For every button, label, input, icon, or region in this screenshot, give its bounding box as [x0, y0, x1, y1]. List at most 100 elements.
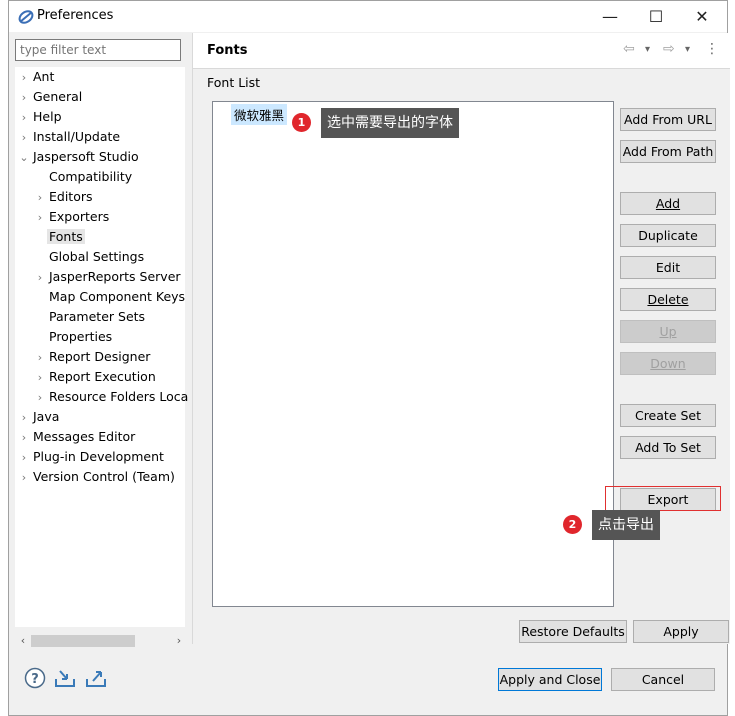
sidebar-item-label: Plug-in Development — [33, 449, 164, 464]
sidebar-item[interactable]: ⌄ Jaspersoft Studio — [17, 147, 141, 167]
annotation-callout-2: 点击导出 — [592, 510, 660, 540]
font-list-label: Font List — [207, 75, 261, 90]
sidebar-item[interactable]: › Editors — [33, 187, 95, 207]
annotation-badge-1: 1 — [292, 113, 311, 132]
sidebar-item-label: Compatibility — [49, 169, 133, 184]
chevron-right-icon[interactable]: › — [17, 68, 31, 88]
sidebar-item-label: Fonts — [47, 229, 85, 244]
sidebar-item[interactable]: › Exporters — [33, 207, 111, 227]
sidebar-item[interactable]: Fonts — [33, 227, 85, 247]
sidebar-item-label: Properties — [49, 329, 113, 344]
chevron-right-icon[interactable]: › — [33, 188, 47, 208]
chevron-right-icon[interactable]: › — [33, 368, 47, 388]
sidebar-item-label: Parameter Sets — [49, 309, 146, 324]
scrollbar-thumb[interactable] — [31, 635, 135, 647]
chevron-right-icon[interactable]: › — [17, 468, 31, 488]
sidebar-item-label: Editors — [49, 189, 93, 204]
sidebar-item[interactable]: › Ant — [17, 67, 56, 87]
chevron-right-icon[interactable]: › — [17, 108, 31, 128]
sidebar-item-label: Java — [33, 409, 60, 424]
forward-menu-icon[interactable]: ▾ — [685, 44, 690, 55]
sidebar-item-label: Exporters — [49, 209, 110, 224]
up-button[interactable]: Up — [620, 320, 716, 343]
scroll-right-icon[interactable]: › — [171, 633, 187, 649]
annotation-badge-2: 2 — [563, 515, 582, 534]
cancel-button[interactable]: Cancel — [611, 668, 715, 691]
sidebar-item-label: Resource Folders Loca — [49, 389, 189, 404]
sidebar-item[interactable]: › General — [17, 87, 84, 107]
page-title: Fonts — [207, 43, 248, 58]
sidebar-item-label: Global Settings — [49, 249, 145, 264]
sidebar-item[interactable]: › Plug-in Development — [17, 447, 166, 467]
sidebar-item-label: Version Control (Team) — [33, 469, 175, 484]
add-button[interactable]: Add — [620, 192, 716, 215]
sidebar-item[interactable]: › Resource Folders Loca — [33, 387, 190, 407]
duplicate-button[interactable]: Duplicate — [620, 224, 716, 247]
import-icon[interactable] — [54, 667, 76, 689]
sidebar-item-label: Report Execution — [49, 369, 156, 384]
annotation-callout-1: 选中需要导出的字体 — [321, 108, 459, 138]
add-from-path-button[interactable]: Add From Path — [620, 140, 716, 163]
preference-page: Fonts ⇦ ▾ ⇨ ▾ ⋮ Font List 微软雅黑 Add From … — [192, 33, 730, 644]
font-list-item[interactable]: 微软雅黑 — [231, 104, 288, 125]
sidebar-item-label: Ant — [33, 69, 55, 84]
window-title: Preferences — [37, 8, 114, 23]
down-button[interactable]: Down — [620, 352, 716, 375]
back-arrow-icon[interactable]: ⇦ — [623, 41, 635, 57]
sidebar-item[interactable]: › Messages Editor — [17, 427, 137, 447]
preference-tree: › Ant › General › Help › Install/Update ⌄ Jaspers… — [15, 67, 188, 627]
eclipse-icon — [18, 10, 34, 24]
view-menu-icon[interactable]: ⋮ — [705, 41, 719, 57]
scroll-left-icon[interactable]: ‹ — [15, 633, 31, 649]
apply-and-close-button[interactable]: Apply and Close — [498, 668, 602, 691]
minimize-button[interactable]: — — [587, 1, 633, 32]
chevron-right-icon[interactable]: › — [17, 408, 31, 428]
title-bar[interactable]: Preferences — ☐ ✕ — [9, 1, 727, 32]
chevron-right-icon[interactable]: › — [17, 88, 31, 108]
create-set-button[interactable]: Create Set — [620, 404, 716, 427]
sidebar-item[interactable]: › Version Control (Team) — [17, 467, 177, 487]
close-button[interactable]: ✕ — [679, 1, 725, 32]
sidebar-item[interactable]: › JasperReports Server — [33, 267, 183, 287]
export-icon[interactable] — [85, 667, 107, 689]
chevron-right-icon[interactable]: › — [33, 348, 47, 368]
restore-defaults-button[interactable]: Restore Defaults — [519, 620, 627, 643]
chevron-right-icon[interactable]: › — [17, 448, 31, 468]
chevron-right-icon[interactable]: › — [33, 388, 47, 408]
chevron-right-icon[interactable]: › — [33, 208, 47, 228]
forward-arrow-icon[interactable]: ⇨ — [663, 41, 675, 57]
apply-button[interactable]: Apply — [633, 620, 729, 643]
add-from-url-button[interactable]: Add From URL — [620, 108, 716, 131]
sidebar-item[interactable]: › Install/Update — [17, 127, 122, 147]
sidebar-item[interactable]: › Report Designer — [33, 347, 152, 367]
font-list[interactable]: 微软雅黑 — [212, 101, 614, 607]
sidebar-item-label: Map Component Keys — [49, 289, 186, 304]
sidebar-item[interactable]: › Help — [17, 107, 64, 127]
sidebar-item[interactable]: Properties — [33, 327, 114, 347]
add-to-set-button[interactable]: Add To Set — [620, 436, 716, 459]
chevron-right-icon[interactable]: › — [17, 428, 31, 448]
edit-button[interactable]: Edit — [620, 256, 716, 279]
sidebar-item[interactable]: › Report Execution — [33, 367, 158, 387]
sidebar-item-label: Jaspersoft Studio — [33, 149, 139, 164]
sidebar-item-label: Help — [33, 109, 62, 124]
filter-input[interactable] — [15, 39, 181, 61]
sidebar-item-label: General — [33, 89, 83, 104]
sidebar-item[interactable]: › Java — [17, 407, 61, 427]
maximize-button[interactable]: ☐ — [633, 1, 679, 32]
sidebar-item[interactable]: Map Component Keys — [33, 287, 187, 307]
sidebar-item-label: JasperReports Server — [49, 269, 181, 284]
sidebar-item[interactable]: Global Settings — [33, 247, 146, 267]
export-highlight-box — [605, 486, 721, 511]
sidebar-item-label: Install/Update — [33, 129, 121, 144]
chevron-down-icon[interactable]: ⌄ — [17, 148, 31, 168]
delete-button[interactable]: Delete — [620, 288, 716, 311]
sidebar-item[interactable]: Compatibility — [33, 167, 134, 187]
sidebar-item-label: Report Designer — [49, 349, 151, 364]
back-menu-icon[interactable]: ▾ — [645, 44, 650, 55]
chevron-right-icon[interactable]: › — [17, 128, 31, 148]
help-icon[interactable]: ? — [24, 667, 46, 689]
tree-horizontal-scrollbar[interactable]: ‹ › — [15, 633, 185, 649]
chevron-right-icon[interactable]: › — [33, 268, 47, 288]
sidebar-item[interactable]: Parameter Sets — [33, 307, 147, 327]
